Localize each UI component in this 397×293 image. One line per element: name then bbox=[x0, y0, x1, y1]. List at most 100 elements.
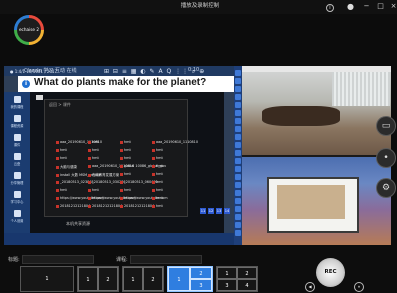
file-item[interactable]: 在线教育发展方案 bbox=[88, 172, 119, 177]
file-item[interactable]: hmt bbox=[88, 140, 99, 144]
status-dot-icon[interactable]: ● bbox=[346, 2, 355, 11]
file-item[interactable]: hmt bbox=[152, 204, 163, 208]
share-sidebar-item[interactable]: 课程资源 bbox=[6, 113, 28, 133]
file-item[interactable]: 20181212121804 bbox=[88, 204, 122, 208]
file-item[interactable]: hmt bbox=[152, 164, 163, 168]
file-item[interactable]: hmt bbox=[152, 148, 163, 152]
share-sidebar-item[interactable]: 课件 bbox=[6, 132, 28, 152]
file-icon bbox=[56, 165, 59, 169]
file-icon bbox=[120, 140, 123, 144]
share-sidebar-item[interactable]: 分享管理 bbox=[6, 170, 28, 190]
layout-one-plus-two-button[interactable]: 1 2 3 bbox=[167, 266, 213, 292]
file-name: hmt bbox=[92, 148, 99, 152]
file-item[interactable]: hmt bbox=[120, 148, 131, 152]
file-item[interactable]: hmt bbox=[152, 196, 163, 200]
file-item[interactable]: hmt bbox=[120, 188, 131, 192]
share-footer-tools[interactable]: ⊞ ⊟ ≡ ▦ ◐ ✎ A Q ⋮⋮ ⌕ ⊕ bbox=[104, 68, 205, 76]
tool-button[interactable] bbox=[235, 166, 241, 172]
file-item[interactable]: hmt bbox=[88, 156, 99, 160]
file-breadcrumb[interactable]: 返回 > 课件 bbox=[49, 102, 71, 108]
file-name: hmt bbox=[156, 180, 163, 184]
question-text: What do plants make for the planet? bbox=[34, 77, 207, 88]
file-item[interactable]: hmt bbox=[152, 188, 163, 192]
layout-two-up-button[interactable]: 1 2 bbox=[77, 266, 119, 292]
tool-button[interactable] bbox=[235, 158, 241, 164]
file-icon bbox=[56, 173, 59, 177]
tool-button[interactable] bbox=[235, 78, 241, 84]
file-item[interactable]: hmt bbox=[120, 172, 131, 176]
tool-button[interactable] bbox=[235, 150, 241, 156]
tool-button[interactable] bbox=[235, 118, 241, 124]
tool-button[interactable] bbox=[235, 206, 241, 212]
file-item[interactable]: hmt bbox=[120, 156, 131, 160]
layout-cell: 1 bbox=[78, 267, 98, 291]
file-item[interactable]: 20181212121804 bbox=[120, 204, 154, 208]
record-label: REC bbox=[324, 269, 337, 275]
file-icon bbox=[56, 156, 59, 160]
layout-single-button[interactable]: 1 bbox=[20, 266, 74, 292]
file-name: hmt bbox=[156, 172, 163, 176]
sidebar-item-label: 课件 bbox=[13, 143, 21, 147]
tool-button[interactable] bbox=[235, 214, 241, 220]
file-icon bbox=[88, 180, 91, 184]
file-item[interactable]: hmt bbox=[88, 148, 99, 152]
share-sidebar-item[interactable]: 学习中心 bbox=[6, 189, 28, 209]
file-item[interactable]: hmt bbox=[88, 188, 99, 192]
share-resource-label: 本机共享资源 bbox=[66, 221, 90, 226]
file-item[interactable]: 20181212121804 bbox=[56, 204, 90, 208]
whiteboard-camera-view[interactable] bbox=[242, 157, 391, 245]
file-item[interactable]: hmt bbox=[152, 172, 163, 176]
sidebar-item-icon bbox=[13, 191, 21, 198]
file-item[interactable]: hmt bbox=[152, 156, 163, 160]
share-sidebar-item[interactable]: 云盘 bbox=[6, 151, 28, 171]
gear-icon[interactable]: ⚙ bbox=[376, 178, 396, 198]
file-icon bbox=[88, 188, 91, 192]
tool-button[interactable] bbox=[235, 174, 241, 180]
tool-button[interactable] bbox=[235, 230, 241, 236]
share-tile[interactable]: 13 bbox=[216, 208, 222, 214]
tool-button[interactable] bbox=[235, 142, 241, 148]
close-button[interactable]: × bbox=[389, 2, 397, 11]
file-icon bbox=[152, 148, 155, 152]
logo-text: echaise 2 bbox=[18, 27, 39, 32]
tool-button[interactable] bbox=[235, 94, 241, 100]
share-tile[interactable]: 12 bbox=[208, 208, 214, 214]
file-item[interactable]: hmt bbox=[56, 148, 67, 152]
file-item[interactable]: 大脑与健康 bbox=[56, 164, 77, 169]
file-icon bbox=[56, 204, 59, 208]
monitor-icon[interactable]: ▭ bbox=[376, 116, 396, 136]
volume-icon[interactable]: ◀ bbox=[305, 282, 315, 292]
file-item[interactable]: hmt bbox=[56, 156, 67, 160]
maximize-button[interactable]: □ bbox=[376, 2, 385, 11]
file-item[interactable]: hmt bbox=[152, 180, 163, 184]
tool-button[interactable] bbox=[235, 198, 241, 204]
file-item[interactable]: aaa_20190610_1110810 bbox=[152, 140, 198, 144]
share-sidebar-item[interactable]: 我的课程 bbox=[6, 94, 28, 114]
tool-button[interactable] bbox=[235, 182, 241, 188]
tool-button[interactable] bbox=[235, 134, 241, 140]
minimize-button[interactable]: − bbox=[362, 2, 371, 11]
lesson-input[interactable] bbox=[130, 255, 202, 264]
tool-button[interactable] bbox=[235, 110, 241, 116]
file-icon bbox=[88, 204, 91, 208]
file-item[interactable]: hmt bbox=[120, 140, 131, 144]
layout-two-up-alt-button[interactable]: 1 2 bbox=[122, 266, 164, 292]
tool-button[interactable] bbox=[235, 190, 241, 196]
dot-icon[interactable]: • bbox=[376, 148, 396, 168]
layout-quad-button[interactable]: 1 2 3 4 bbox=[216, 266, 258, 292]
layout-cell: 1 bbox=[217, 267, 237, 279]
tool-button[interactable] bbox=[235, 86, 241, 92]
share-sidebar-item[interactable]: 个人设置 bbox=[6, 208, 28, 228]
pause-icon[interactable]: ⏸ bbox=[354, 282, 364, 292]
classroom-camera-view[interactable] bbox=[242, 66, 391, 155]
tool-button[interactable] bbox=[235, 70, 241, 76]
title-input[interactable] bbox=[22, 255, 94, 264]
info-icon[interactable]: i bbox=[326, 4, 334, 12]
share-tile[interactable]: 14 bbox=[224, 208, 230, 214]
title-label: 标题: bbox=[8, 257, 20, 263]
tool-button[interactable] bbox=[235, 102, 241, 108]
tool-button[interactable] bbox=[235, 222, 241, 228]
share-tile[interactable]: 11 bbox=[200, 208, 206, 214]
tool-button[interactable] bbox=[235, 126, 241, 132]
file-item[interactable]: hmt bbox=[56, 188, 67, 192]
